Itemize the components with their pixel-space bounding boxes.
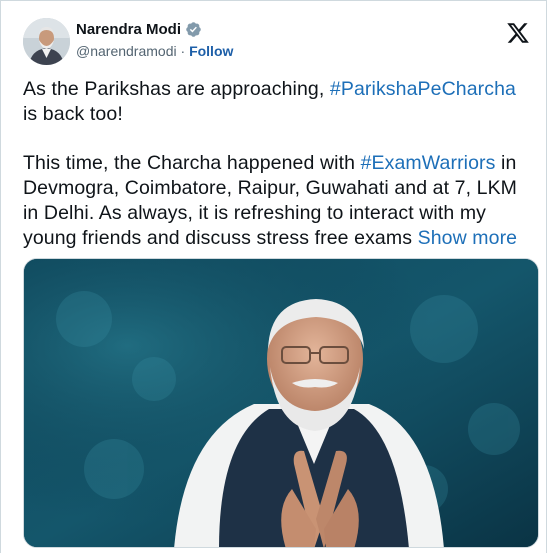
author-handle-row: @narendramodi · Follow	[76, 43, 233, 59]
tweet-paragraph-1: As the Parikshas are approaching, #Parik…	[23, 78, 516, 125]
hashtag-link-examwarriors[interactable]: #ExamWarriors	[361, 152, 496, 174]
tweet-header: Narendra Modi @narendramodi · Follow	[23, 15, 532, 67]
x-logo-icon[interactable]	[506, 21, 530, 45]
verified-badge-icon	[186, 22, 201, 37]
media-photo	[24, 259, 538, 547]
tweet-media-image[interactable]	[23, 258, 539, 548]
show-more-link[interactable]: Show more	[418, 227, 518, 249]
hashtag-link-parikshapecharcha[interactable]: #ParikshaPeCharcha	[330, 78, 516, 100]
separator: ·	[180, 43, 186, 59]
author-name-row: Narendra Modi	[76, 21, 202, 38]
tweet-text: As the Parikshas are approaching, #Parik…	[23, 77, 533, 251]
tweet-card: Narendra Modi @narendramodi · Follow As …	[0, 0, 547, 553]
author-handle[interactable]: @narendramodi	[76, 43, 177, 59]
avatar[interactable]	[23, 18, 70, 65]
author-name[interactable]: Narendra Modi	[76, 21, 181, 38]
tweet-paragraph-2: This time, the Charcha happened with #Ex…	[23, 152, 518, 249]
follow-button[interactable]: Follow	[189, 43, 233, 59]
